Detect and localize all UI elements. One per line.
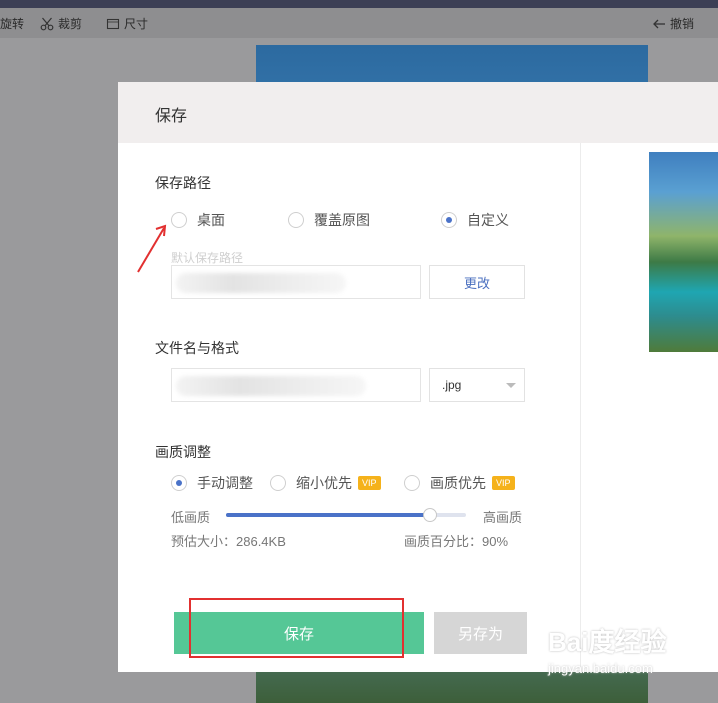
radio-custom-label: 自定义 [467,212,509,228]
undo-tool[interactable]: 撤销 [652,15,694,32]
vip-badge: VIP [358,476,381,490]
radio-manual[interactable]: 手动调整 [171,473,253,493]
radio-circle [171,212,187,228]
high-quality-label: 高画质 [483,510,523,525]
quality-label: 画质调整 [155,444,211,460]
radio-manual-label: 手动调整 [197,475,253,491]
quality-percent: 画质百分比：90% [404,534,509,549]
image-preview [649,152,718,352]
arrow-left-icon [652,17,666,31]
radio-circle [404,475,420,491]
dialog-header: 保存 [118,82,718,143]
divider [580,143,581,672]
redacted-path [176,273,346,293]
path-hint: 默认保存路径 [171,251,244,265]
crop-label: 裁剪 [58,17,83,31]
save-path-input[interactable] [171,265,421,299]
radio-quality-first-label: 画质优先 [430,475,486,491]
annotation-arrow-icon [137,224,167,273]
save-as-button[interactable]: 另存为 [434,612,527,654]
radio-size-first-label: 缩小优先 [296,475,352,491]
radio-circle-selected [171,475,187,491]
redacted-filename [176,376,366,396]
baidu-watermark: Bai度经验 jingyan.baidu.com [548,622,666,676]
slider-handle[interactable] [423,508,437,522]
filename-label: 文件名与格式 [155,340,239,356]
radio-desktop[interactable]: 桌面 [171,210,225,230]
watermark-url: jingyan.baidu.com [548,661,653,676]
rotate-label: 旋转 [0,17,25,31]
rotate-tool[interactable]: 旋转 [0,15,24,32]
radio-desktop-label: 桌面 [197,212,225,228]
crop-tool[interactable]: 裁剪 [40,15,82,32]
low-quality-label: 低画质 [171,510,211,525]
dialog-title: 保存 [155,108,188,125]
annotation-highlight-box [189,598,404,658]
format-value: .jpg [442,378,462,392]
radio-circle [288,212,304,228]
change-path-button[interactable]: 更改 [429,265,525,299]
slider-fill [226,513,430,517]
watermark-logo: Bai度经验 [548,627,667,657]
radio-custom[interactable]: 自定义 [441,210,509,230]
vip-badge: VIP [492,476,515,490]
save-dialog: 保存 保存路径 桌面 覆盖原图 自定义 默认保存路径 更改 文件名与格式 .jp… [118,82,718,672]
radio-circle [270,475,286,491]
editor-toolbar: 旋转 裁剪 尺寸 撤销 [0,8,718,38]
size-tool[interactable]: 尺寸 [106,15,148,32]
undo-label: 撤销 [670,17,695,31]
radio-size-first[interactable]: 缩小优先 VIP [270,473,381,493]
radio-circle-selected [441,212,457,228]
size-icon [106,17,120,31]
chevron-down-icon [506,383,516,388]
filename-input[interactable] [171,368,421,402]
radio-overwrite[interactable]: 覆盖原图 [288,210,370,230]
save-path-label: 保存路径 [155,175,211,191]
radio-quality-first[interactable]: 画质优先 VIP [404,473,515,493]
size-label: 尺寸 [124,17,149,31]
scissors-icon [40,17,54,31]
radio-overwrite-label: 覆盖原图 [314,212,370,228]
estimated-size: 预估大小：286.4KB [171,534,286,549]
quality-slider[interactable] [226,508,466,522]
format-select[interactable]: .jpg [429,368,525,402]
app-title-bar [0,0,718,8]
